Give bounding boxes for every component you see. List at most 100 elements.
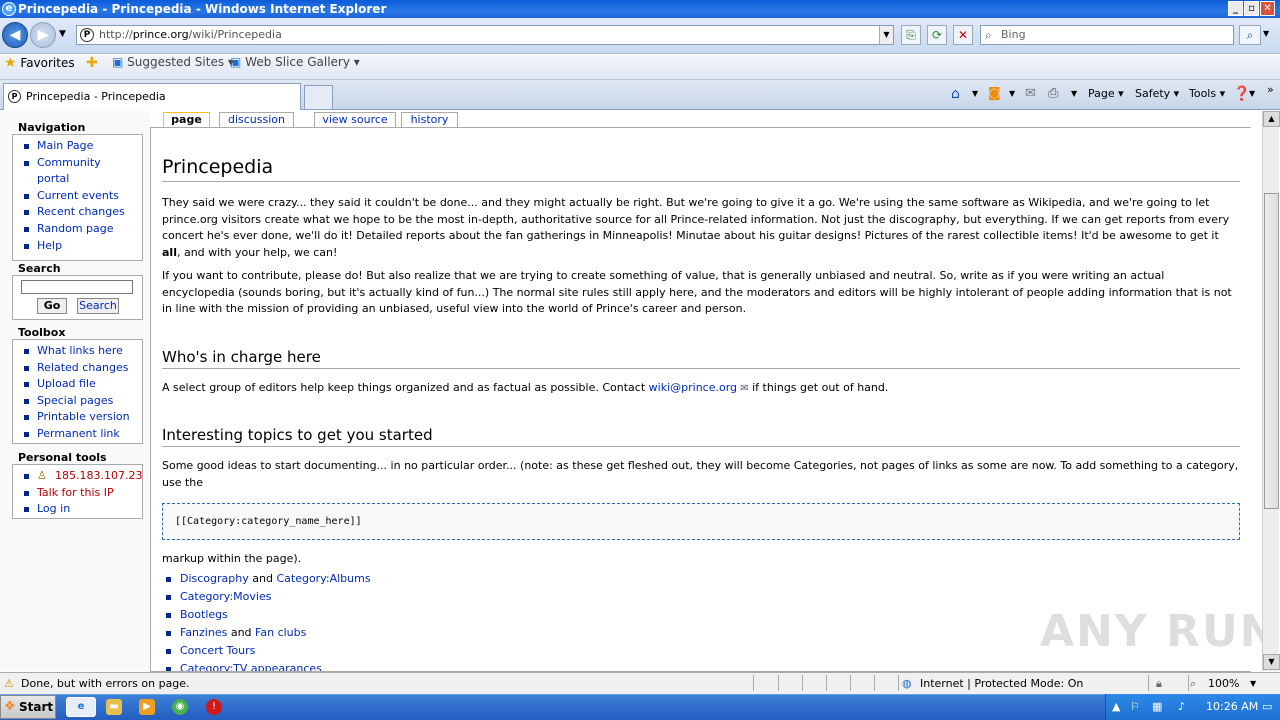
personal-ip-link[interactable]: ♙ 185.183.107.23: [13, 468, 142, 485]
toolbox-related-changes[interactable]: Related changes: [13, 360, 142, 377]
help-icon[interactable]: ❓: [1233, 80, 1250, 108]
scroll-thumb[interactable]: [1264, 193, 1279, 509]
opera-icon[interactable]: !: [206, 699, 222, 715]
zoom-level[interactable]: 100%: [1208, 673, 1239, 694]
zoom-dropdown-icon[interactable]: ▼: [1250, 673, 1256, 694]
show-desktop-icon[interactable]: ▭: [1262, 694, 1272, 720]
category-movies-link[interactable]: Category:Movies: [180, 590, 271, 603]
chrome-icon[interactable]: ◉: [172, 699, 188, 715]
home-icon[interactable]: ⌂: [951, 80, 960, 108]
start-button[interactable]: ❖ Start: [0, 695, 56, 719]
help-dropdown-icon[interactable]: ▼: [1249, 80, 1255, 108]
fanzines-link[interactable]: Fanzines: [180, 626, 227, 639]
home-dropdown-icon[interactable]: ▼: [972, 80, 978, 108]
scroll-down-icon[interactable]: ▼: [1263, 654, 1280, 670]
discography-link[interactable]: Discography: [180, 572, 249, 585]
address-dropdown-icon[interactable]: ▼: [879, 26, 893, 44]
toolbox-upload-file[interactable]: Upload file: [13, 376, 142, 393]
minimize-button[interactable]: _: [1228, 1, 1243, 16]
clock[interactable]: 10:26 AM: [1206, 694, 1258, 720]
search-input[interactable]: Bing: [980, 25, 1234, 45]
browser-tab-princepedia[interactable]: P Princepedia - Princepedia: [3, 83, 301, 110]
sidebar-item-main-page[interactable]: Main Page: [13, 138, 142, 155]
close-button[interactable]: ✕: [1260, 1, 1275, 16]
search-button[interactable]: Search: [77, 298, 119, 314]
suggested-sites-link[interactable]: ▣ Suggested Sites ▾: [112, 55, 234, 80]
scroll-up-icon[interactable]: ▲: [1263, 111, 1280, 127]
sidebar-item-recent-changes[interactable]: Recent changes: [13, 204, 142, 221]
address-input[interactable]: http://prince.org/wiki/Princepedia: [76, 25, 894, 45]
log-in-link[interactable]: Log in: [13, 501, 142, 518]
history-dropdown-icon[interactable]: ▼: [59, 29, 66, 39]
anyrun-watermark: ANY RUN: [1040, 606, 1279, 657]
list-item: Bootlegs: [166, 606, 766, 624]
page-menu[interactable]: Page ▾: [1088, 80, 1124, 108]
toolbox-what-links-here[interactable]: What links here: [13, 343, 142, 360]
print-icon[interactable]: ⎙: [1048, 80, 1058, 108]
list-item: Category:TV appearances: [166, 660, 766, 671]
stop-icon[interactable]: ✕: [953, 25, 973, 45]
chevron-more-icon[interactable]: »: [1267, 76, 1274, 104]
feed-dropdown-icon[interactable]: ▼: [1009, 80, 1015, 108]
network-icon[interactable]: ▦: [1152, 694, 1162, 720]
taskbar: [0, 694, 1280, 720]
tab-history[interactable]: history: [401, 112, 458, 128]
windows-logo-icon: ❖: [4, 699, 16, 714]
tray-expand-icon[interactable]: ▲: [1112, 694, 1120, 720]
refresh-icon[interactable]: ⟳: [927, 25, 947, 45]
bootlegs-link[interactable]: Bootlegs: [180, 608, 228, 621]
safety-menu[interactable]: Safety ▾: [1135, 80, 1179, 108]
web-slice-gallery-link[interactable]: ▣ Web Slice Gallery ▾: [230, 55, 360, 80]
read-mail-icon[interactable]: ✉: [1025, 80, 1036, 108]
category-markup-code: [[Category:category_name_here]]: [162, 503, 1240, 540]
print-dropdown-icon[interactable]: ▼: [1071, 80, 1077, 108]
action-center-icon[interactable]: ⚐: [1130, 694, 1140, 720]
concert-tours-link[interactable]: Concert Tours: [180, 644, 255, 657]
tab-view-source[interactable]: view source: [314, 112, 396, 128]
security-lock-icon[interactable]: 🔒︎: [1156, 673, 1162, 694]
zoom-icon[interactable]: ⌕: [1190, 673, 1196, 694]
toolbox-printable-version[interactable]: Printable version: [13, 409, 142, 426]
tools-menu[interactable]: Tools ▾: [1189, 80, 1225, 108]
vertical-scrollbar[interactable]: ▲ ▼: [1262, 111, 1280, 671]
toolbox-special-pages[interactable]: Special pages: [13, 393, 142, 410]
site-favicon-icon: P: [80, 28, 94, 42]
list-item: Fanzines and Fan clubs: [166, 624, 766, 642]
talk-for-ip-link[interactable]: Talk for this IP: [13, 485, 142, 502]
favorites-button[interactable]: ★ Favorites: [4, 55, 75, 80]
star-icon: ★: [4, 55, 17, 71]
category-tv-appearances-link[interactable]: Category:TV appearances: [180, 662, 322, 671]
sidebar-item-current-events[interactable]: Current events: [13, 188, 142, 205]
media-player-icon[interactable]: ▶: [139, 699, 155, 715]
tab-page[interactable]: page: [163, 112, 210, 128]
wiki-email-link[interactable]: wiki@prince.org: [649, 381, 737, 394]
contribute-paragraph: If you want to contribute, please do! Bu…: [162, 269, 1232, 316]
add-favorite-icon[interactable]: ✚: [86, 55, 98, 80]
compatibility-view-icon[interactable]: ⎘: [901, 25, 921, 45]
fan-clubs-link[interactable]: Fan clubs: [255, 626, 306, 639]
sidebar-item-random-page[interactable]: Random page: [13, 221, 142, 238]
maximize-button[interactable]: ▫: [1244, 1, 1259, 16]
globe-icon: ◍: [902, 677, 912, 690]
category-albums-link[interactable]: Category:Albums: [276, 572, 370, 585]
taskbar-ie-icon[interactable]: e: [66, 697, 96, 717]
status-divider: [753, 675, 754, 691]
warning-icon[interactable]: ⚠: [4, 673, 14, 694]
rss-feed-icon[interactable]: ◙: [988, 80, 1001, 108]
back-button[interactable]: ◀: [2, 22, 28, 48]
status-divider: [826, 675, 827, 691]
go-button[interactable]: Go: [37, 298, 67, 314]
explorer-folder-icon[interactable]: ▬: [106, 699, 122, 715]
wiki-search-input[interactable]: [21, 280, 133, 294]
sidebar-item-community-portal[interactable]: Community portal: [13, 155, 142, 188]
volume-icon[interactable]: ♪: [1178, 694, 1185, 720]
forward-button[interactable]: ▶: [30, 22, 56, 48]
search-go-icon[interactable]: ⌕: [1239, 25, 1261, 45]
search-options-icon[interactable]: ▼: [1263, 29, 1269, 38]
tab-discussion[interactable]: discussion: [219, 112, 294, 128]
zone-text: Internet | Protected Mode: On: [920, 677, 1084, 690]
toolbox-permanent-link[interactable]: Permanent link: [13, 426, 142, 443]
new-tab-button[interactable]: [304, 85, 333, 109]
intro-paragraph: They said we were crazy... they said it …: [162, 196, 1230, 259]
sidebar-item-help[interactable]: Help: [13, 238, 142, 255]
